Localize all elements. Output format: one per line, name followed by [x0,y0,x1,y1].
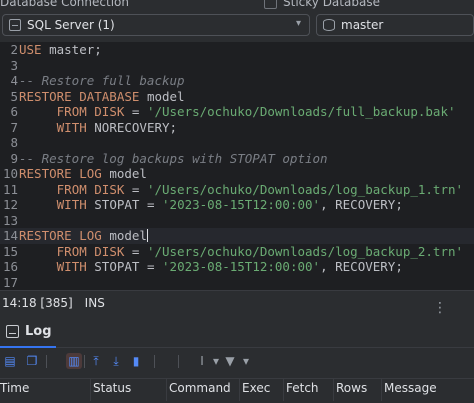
output-panel-tabs: Log [0,318,474,348]
column-divider[interactable] [283,379,284,401]
tab-log[interactable]: Log [6,324,52,339]
code-text: FROM DISK = '/Users/ochuko/Downloads/ful… [56,104,456,119]
line-number: 4 [10,73,18,88]
log-table-header: Time Status Command Exec Fetch Rows Message [0,378,474,403]
sql-editor[interactable]: 2 USE master; 3 4 -- Restore full backup 5 RES… [0,42,474,290]
code-line[interactable]: 14 RESTORE LOG model [0,228,474,244]
chevron-down-icon[interactable]: ▾ [238,353,254,369]
sticky-database-toggle[interactable]: Sticky Database [264,0,380,9]
chevron-down-icon: ▾ [295,18,301,29]
column-divider[interactable] [90,379,91,401]
top-toolbar: Database Connection Sticky Database SQL … [0,0,474,42]
line-number: 10 [2,166,18,181]
cursor-position[interactable]: 14:18 [385] [2,296,73,310]
database-select-value: master [341,18,384,32]
scroll-to-bottom-icon[interactable]: ⤓ [108,353,124,369]
line-number: 15 [2,243,18,259]
code-line[interactable]: 5 RESTORE DATABASE model [0,89,474,105]
code-line[interactable]: 13 [0,213,474,229]
column-divider[interactable] [333,379,334,401]
code-text: -- Restore full backup [19,73,185,88]
line-number: 13 [2,212,18,228]
column-divider[interactable] [381,379,382,401]
insert-mode-indicator[interactable]: INS [85,296,105,310]
code-line[interactable]: 7 WITH NORECOVERY; [0,120,474,136]
toolbar-divider [178,355,179,368]
tab-log-label: Log [25,324,52,339]
code-text: FROM DISK = '/Users/ochuko/Downloads/log… [56,181,464,197]
code-line[interactable]: 2 USE master; [0,42,474,58]
server-select-value: SQL Server (1) [27,18,115,32]
line-number: 7 [10,119,18,135]
log-icon [6,325,19,338]
line-number: 12 [2,197,18,212]
code-text: -- Restore log backups with STOPAT optio… [19,150,328,166]
column-header-exec[interactable]: Exec [242,381,270,395]
code-line[interactable]: 10 RESTORE LOG model [0,166,474,182]
line-number: 2 [10,42,18,57]
code-text: USE master; [19,42,102,57]
more-options-icon[interactable]: ⋮ [433,300,448,316]
line-number: 5 [10,88,18,104]
server-icon [9,19,21,31]
sticky-database-checkbox[interactable] [264,0,277,9]
scroll-to-top-icon[interactable]: ⤒ [88,353,104,369]
line-number: 6 [10,104,18,119]
copy-icon[interactable]: ❐ [24,353,40,369]
code-text: RESTORE LOG model [19,228,148,243]
server-select[interactable]: SQL Server (1) ▾ [2,14,310,36]
code-text: WITH STOPAT = '2023-08-15T12:00:00', REC… [56,259,403,274]
column-header-message[interactable]: Message [384,381,437,395]
code-line[interactable]: 11 FROM DISK = '/Users/ochuko/Downloads/… [0,182,474,198]
filter-icon[interactable]: ▼ [222,353,238,369]
column-header-status[interactable]: Status [93,381,131,395]
text-caret [146,229,148,242]
code-line[interactable]: 9 -- Restore log backups with STOPAT opti… [0,151,474,167]
line-number: 3 [10,57,18,73]
code-line[interactable]: 15 FROM DISK = '/Users/ochuko/Downloads/… [0,244,474,260]
code-text: FROM DISK = '/Users/ochuko/Downloads/log… [56,243,464,259]
code-text: WITH NORECOVERY; [56,119,178,135]
database-select[interactable]: master [316,14,474,36]
column-divider[interactable] [239,379,240,401]
toolbar-divider [84,355,85,368]
column-header-fetch[interactable]: Fetch [286,381,319,395]
soft-wrap-icon[interactable]: ▮ [128,353,144,369]
code-line[interactable]: 4 -- Restore full backup [0,73,474,89]
save-icon[interactable]: ▤ [2,353,18,369]
line-number: 14 [2,228,18,243]
code-text: WITH STOPAT = '2023-08-15T12:00:00', REC… [56,197,403,212]
line-number: 16 [2,259,18,274]
log-toolbar: ▤ ❐ ▥ ⤒ ⤓ ▮ I ▾ ▼ ▾ [0,349,474,374]
code-text: RESTORE LOG model [19,166,147,181]
database-icon [323,19,335,31]
code-line[interactable]: 6 FROM DISK = '/Users/ochuko/Downloads/f… [0,104,474,120]
line-number: 9 [10,150,18,166]
line-number: 11 [2,181,18,197]
database-connection-label: Database Connection [0,0,129,9]
code-line[interactable]: 16 WITH STOPAT = '2023-08-15T12:00:00', … [0,259,474,275]
toolbar-divider [46,355,47,368]
sticky-database-label: Sticky Database [283,0,380,9]
column-divider[interactable] [166,379,167,401]
code-text: RESTORE DATABASE model [19,88,185,104]
code-line[interactable]: 8 [0,135,474,151]
column-header-rows[interactable]: Rows [336,381,367,395]
editor-status-bar: 14:18 [385] INS [0,290,474,315]
line-number: 17 [2,274,18,290]
column-header-command[interactable]: Command [169,381,231,395]
column-header-time[interactable]: Time [0,381,29,395]
clear-log-icon[interactable]: ▥ [66,353,82,369]
code-line[interactable]: 17 [0,275,474,291]
line-number: 8 [10,135,18,150]
code-line[interactable]: 3 [0,58,474,74]
toolbar-divider [154,355,155,368]
code-line[interactable]: 12 WITH STOPAT = '2023-08-15T12:00:00', … [0,197,474,213]
active-tab-indicator [0,346,56,348]
